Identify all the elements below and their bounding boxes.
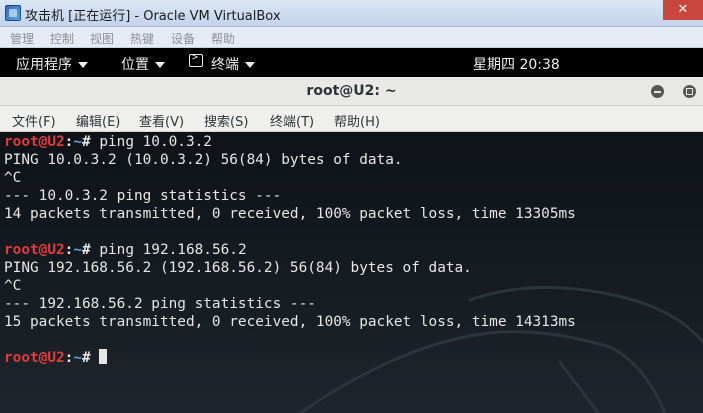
command-text: ping 192.168.56.2 (99, 242, 247, 258)
clock[interactable]: 星期四 20:38 (473, 54, 560, 74)
virtualbox-window-title: 攻击机 [正在运行] - Oracle VM VirtualBox (25, 9, 281, 24)
terminal-prompt-line: root@U2:~# (4, 349, 576, 367)
terminal-app-menu[interactable]: 终端 (211, 54, 255, 74)
applications-label: 应用程序 (16, 57, 72, 73)
terminal-output-line: --- 10.0.3.2 ping statistics --- (4, 188, 282, 204)
command-text: ping 10.0.3.2 (99, 134, 212, 150)
vbox-menu-hotkeys[interactable]: 热键 (130, 30, 154, 47)
terminal-prompt-line: root@U2:~# ping 192.168.56.2 (4, 241, 576, 259)
text-cursor (99, 349, 108, 364)
terminal-icon (189, 52, 203, 67)
terminal-output-line: ^C (4, 278, 22, 294)
terminal-output-line: --- 192.168.56.2 ping statistics --- (4, 296, 316, 312)
terminal-output-line: ^C (4, 170, 22, 186)
chevron-down-icon (155, 62, 165, 68)
terminal-prompt-line: root@U2:~# ping 10.0.3.2 (4, 133, 576, 151)
prompt-path: ~ (73, 242, 82, 258)
virtualbox-title-bar[interactable]: 攻击机 [正在运行] - Oracle VM VirtualBox ✕ (0, 0, 703, 27)
vbox-menu-manage[interactable]: 管理 (10, 30, 34, 47)
virtualbox-app-icon (5, 5, 21, 21)
prompt-user: root@U2 (4, 242, 65, 258)
vbox-menu-view[interactable]: 视图 (90, 30, 114, 47)
terminal-output-line: PING 10.0.3.2 (10.0.3.2) 56(84) bytes of… (4, 152, 403, 168)
prompt-symbol: # (82, 134, 100, 150)
terminal-output-area[interactable]: root@U2:~# ping 10.0.3.2 PING 10.0.3.2 (1… (0, 132, 703, 413)
terminal-menu-edit[interactable]: 编辑(E) (76, 111, 120, 130)
terminal-menu-help[interactable]: 帮助(H) (334, 111, 380, 130)
terminal-app-label: 终端 (211, 57, 239, 73)
terminal-menu-view[interactable]: 查看(V) (139, 111, 184, 130)
applications-menu[interactable]: 应用程序 (16, 54, 88, 74)
terminal-menu-terminal[interactable]: 终端(T) (270, 111, 314, 130)
chevron-down-icon (245, 62, 255, 68)
prompt-symbol: # (82, 242, 100, 258)
terminal-menubar: 文件(F) 编辑(E) 查看(V) 搜索(S) 终端(T) 帮助(H) (0, 106, 703, 132)
places-label: 位置 (121, 57, 149, 73)
chevron-down-icon (78, 62, 88, 68)
places-menu[interactable]: 位置 (121, 54, 165, 74)
prompt-user: root@U2 (4, 134, 65, 150)
terminal-menu-file[interactable]: 文件(F) (12, 111, 56, 130)
vbox-menu-devices[interactable]: 设备 (171, 30, 195, 47)
terminal-lines: root@U2:~# ping 10.0.3.2 PING 10.0.3.2 (1… (4, 133, 576, 367)
minimize-icon[interactable] (651, 85, 664, 98)
gnome-top-bar: 应用程序 位置 终端 星期四 20:38 (0, 48, 703, 77)
terminal-window-title: root@U2: ~ (306, 83, 397, 99)
prompt-path: ~ (73, 134, 82, 150)
terminal-output-line: PING 192.168.56.2 (192.168.56.2) 56(84) … (4, 260, 472, 276)
prompt-user: root@U2 (4, 350, 65, 366)
prompt-path: ~ (73, 350, 82, 366)
terminal-menu-search[interactable]: 搜索(S) (204, 111, 248, 130)
virtualbox-menubar: 管理 控制 视图 热键 设备 帮助 (0, 27, 703, 48)
maximize-icon[interactable] (683, 85, 696, 98)
terminal-header-bar[interactable]: root@U2: ~ (0, 77, 703, 106)
terminal-output-line: 14 packets transmitted, 0 received, 100%… (4, 206, 576, 222)
close-icon[interactable]: ✕ (663, 0, 703, 20)
vbox-menu-help[interactable]: 帮助 (211, 30, 235, 47)
prompt-symbol: # (82, 350, 100, 366)
vbox-menu-control[interactable]: 控制 (50, 30, 74, 47)
terminal-output-line: 15 packets transmitted, 0 received, 100%… (4, 314, 576, 330)
